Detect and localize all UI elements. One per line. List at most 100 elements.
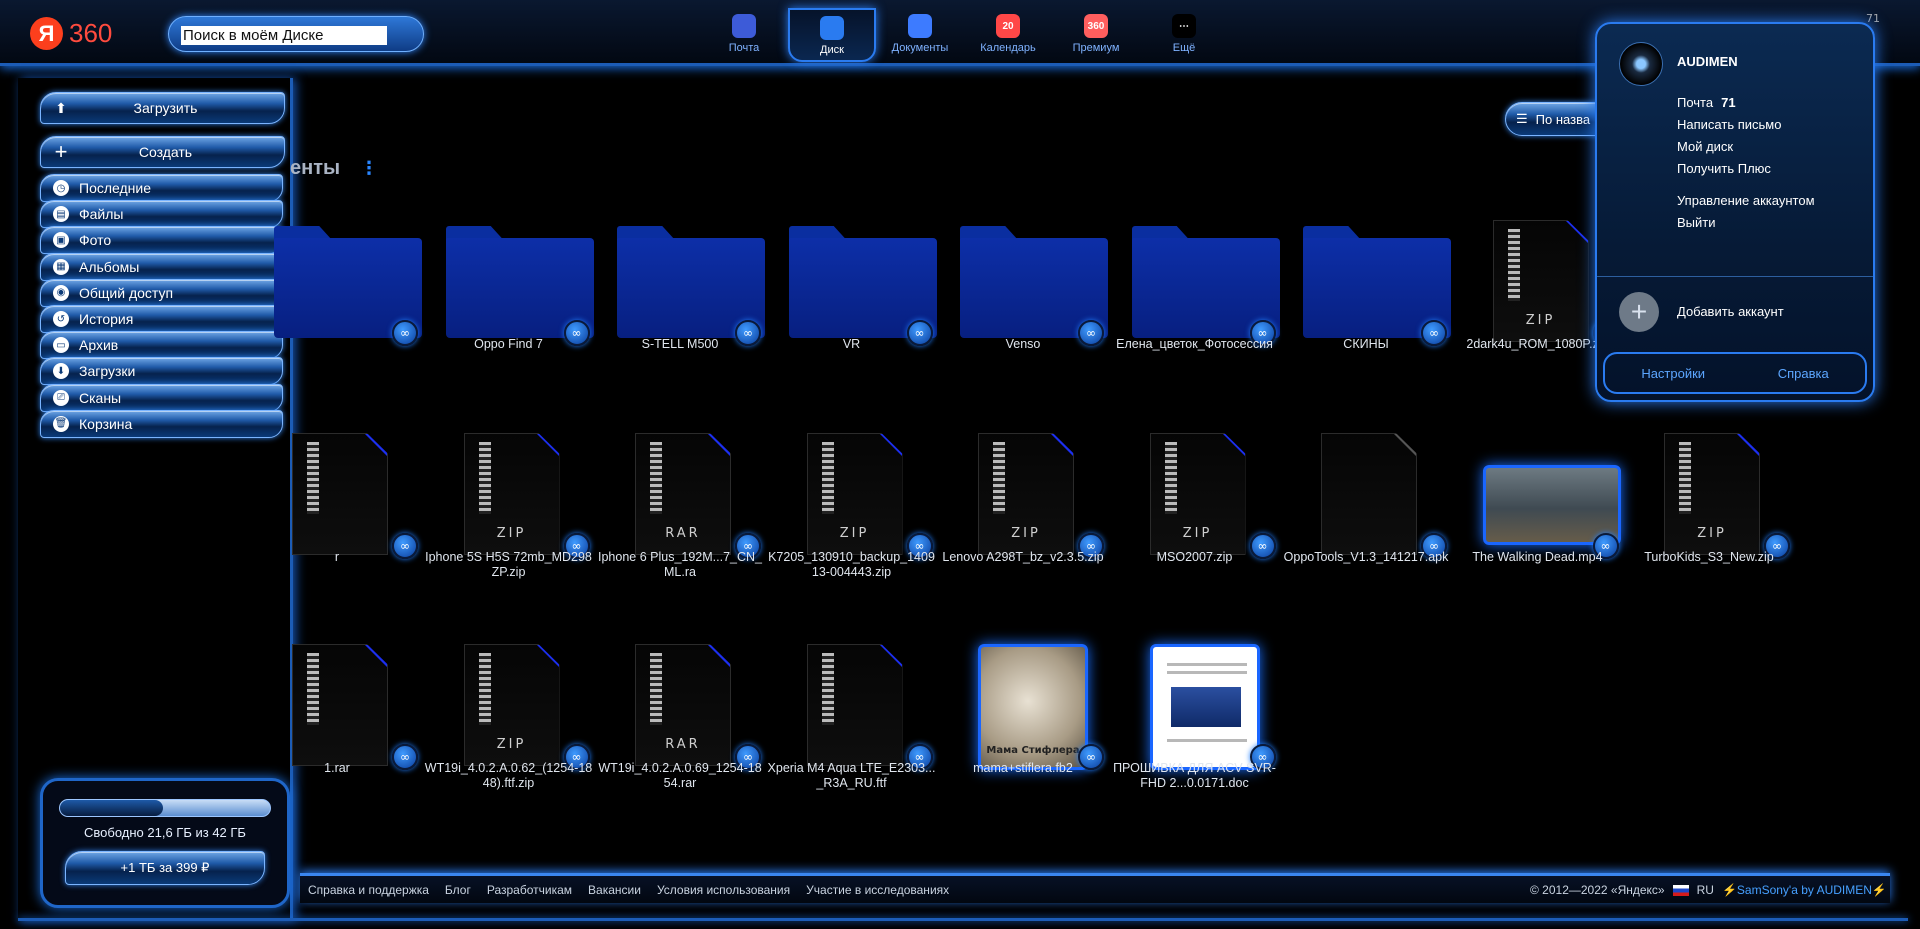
footer-link[interactable]: Условия использования: [657, 883, 790, 897]
archive-file-icon: ZIP: [463, 433, 560, 555]
service-documents[interactable]: Документы: [876, 8, 964, 62]
item-name: Oppo Find 7: [474, 337, 543, 351]
logout-link[interactable]: Выйти: [1677, 212, 1815, 234]
video-thumbnail: [1482, 465, 1621, 545]
buy-space-button[interactable]: +1 ТБ за 399 ₽: [65, 851, 265, 885]
sidebar-item-albums[interactable]: ▦ Альбомы: [40, 252, 283, 281]
item-name: VR: [842, 337, 861, 351]
folder-item[interactable]: ∞ Venso: [938, 212, 1108, 382]
add-account-link[interactable]: Добавить аккаунт: [1677, 304, 1784, 319]
folder-item[interactable]: ∞ СКИНЫ: [1281, 212, 1451, 382]
get-plus-link[interactable]: Получить Плюс: [1677, 158, 1815, 180]
item-name: WT19i_4.0.2.A.0.69_1254-1854.rar: [598, 761, 762, 790]
manage-account-link[interactable]: Управление аккаунтом: [1677, 190, 1815, 212]
sort-button[interactable]: ☰ По назва: [1505, 102, 1605, 136]
title-menu-icon[interactable]: ⋮: [360, 158, 378, 179]
search-input[interactable]: [181, 26, 387, 45]
language-switch[interactable]: RU: [1697, 883, 1714, 897]
yandex-360-logo[interactable]: Я 360: [30, 17, 112, 50]
doc-line: [1166, 739, 1247, 742]
file-corner: [1394, 434, 1416, 456]
service-label: Календарь: [980, 42, 1036, 54]
folder-item[interactable]: ∞ VR: [767, 212, 937, 382]
file-item[interactable]: ZIP ∞ WT19i_4.0.2.A.0.62_(1254-1848).ftf.z…: [424, 636, 594, 806]
file-corner: [708, 434, 730, 456]
footer-link[interactable]: Блог: [445, 883, 471, 897]
footer-link[interactable]: Справка и поддержка: [308, 883, 429, 897]
clock-icon: ◷: [53, 180, 69, 196]
file-item[interactable]: ∞ Xperia M4 Aqua LTE_E2303..._R3A_RU.ftf: [767, 636, 937, 806]
sidebar-item-clock[interactable]: ◷ Последние: [40, 174, 283, 202]
file-item[interactable]: ∞ 1.rar: [252, 636, 422, 806]
sidebar-item-archive[interactable]: ▭ Архив: [40, 331, 283, 360]
sidebar-item-file[interactable]: ▤ Файлы: [40, 200, 283, 229]
file-item[interactable]: ZIP ∞ Iphone 5S H5S 72mb_MD298ZP.zip: [424, 425, 594, 595]
item-name: WT19i_4.0.2.A.0.62_(1254-1848).ftf.zip: [424, 761, 593, 790]
mail-count: 71: [1721, 95, 1736, 110]
folder-item[interactable]: ∞ Елена_цветок_Фотосессия: [1110, 212, 1280, 382]
service-premium[interactable]: 360 Премиум: [1052, 8, 1140, 62]
service-mail[interactable]: Почта: [700, 8, 788, 62]
footer-link[interactable]: Разработчикам: [487, 883, 572, 897]
archive-file-icon: RAR: [635, 644, 731, 766]
item-name: Елена_цветок_Фотосессия: [1116, 337, 1273, 351]
calendar-icon: 20: [996, 14, 1020, 38]
file-item[interactable]: ∞ OppoTools_V1.3_141217.apk: [1281, 425, 1451, 595]
bottom-frame-line: [18, 918, 1908, 921]
folder-item[interactable]: ∞ S-TELL M500: [595, 212, 765, 382]
doc-screenshot: [1170, 687, 1241, 727]
item-name: 1.rar: [324, 761, 350, 775]
folder-item[interactable]: ∞: [252, 212, 422, 382]
file-item[interactable]: Мама Стифлера ∞ mama+stiflera.fb2: [938, 636, 1108, 806]
sidebar-item-downloads[interactable]: ⬇ Загрузки: [40, 357, 283, 386]
sidebar-item-photo[interactable]: ▣ Фото: [40, 226, 283, 255]
archive-file-icon: [292, 433, 388, 555]
file-kind: ZIP: [839, 526, 870, 541]
service-calendar[interactable]: 20 Календарь: [964, 8, 1052, 62]
file-item[interactable]: ∞ r: [252, 425, 422, 595]
item-name: ПРОШИВКА ДЛЯ ACV SVR-FHD 2...0.0171.doc: [1113, 761, 1276, 790]
file-item[interactable]: RAR ∞ WT19i_4.0.2.A.0.69_1254-1854.rar: [595, 636, 765, 806]
item-name: Xperia M4 Aqua LTE_E2303..._R3A_RU.ftf: [767, 761, 936, 790]
archive-file-icon: ZIP: [978, 433, 1074, 555]
archive-icon: ▭: [53, 337, 69, 354]
file-item[interactable]: ∞ The Walking Dead.mp4: [1453, 425, 1623, 595]
theme-brand[interactable]: ⚡SamSony'a by AUDIMEN⚡: [1722, 883, 1887, 897]
folder-item[interactable]: ∞ Oppo Find 7: [424, 212, 594, 382]
archive-file-icon: ZIP: [1664, 433, 1760, 555]
add-account-icon[interactable]: +: [1619, 292, 1659, 332]
archive-file-icon: [292, 644, 388, 766]
sidebar-item-label: Корзина: [79, 415, 133, 432]
file-item[interactable]: ZIP ∞ TurboKids_S3_New.zip: [1624, 425, 1794, 595]
help-link[interactable]: Справка: [1778, 366, 1829, 381]
service-disk[interactable]: Диск: [788, 8, 876, 62]
sidebar-item-trash[interactable]: 🗑 Корзина: [40, 409, 283, 438]
settings-link[interactable]: Настройки: [1641, 366, 1705, 381]
footer-link[interactable]: Участие в исследованиях: [806, 883, 949, 897]
account-mail-link[interactable]: Почта 71: [1677, 92, 1815, 114]
sidebar-item-history[interactable]: ↺ История: [40, 305, 283, 333]
sidebar-item-scans[interactable]: ⎚ Сканы: [40, 383, 283, 412]
write-letter-link[interactable]: Написать письмо: [1677, 114, 1815, 136]
file-item[interactable]: ∞ ПРОШИВКА ДЛЯ ACV SVR-FHD 2...0.0171.doc: [1110, 636, 1280, 806]
storage-text: Свободно 21,6 ГБ из 42 ГБ: [84, 825, 246, 840]
documents-icon: [908, 14, 932, 38]
file-item[interactable]: ZIP ∞ K7205_130910_backup_140913-004443.zi…: [767, 425, 937, 595]
upload-button[interactable]: ⬆ Загрузить: [40, 92, 285, 124]
footer: Справка и поддержка Блог Разработчикам Вака…: [300, 873, 1890, 903]
avatar[interactable]: [1619, 42, 1663, 86]
shared-link-icon[interactable]: ∞: [392, 320, 418, 346]
file-item[interactable]: ZIP ∞ Lenovo A298T_bz_v2.3.5.zip: [938, 425, 1108, 595]
service-more[interactable]: ⋯ Ещё: [1140, 8, 1228, 62]
file-item[interactable]: RAR ∞ Iphone 6 Plus_192M...7_CN_ML.ra: [595, 425, 765, 595]
footer-link[interactable]: Вакансии: [588, 883, 641, 897]
create-button[interactable]: + Создать: [40, 136, 285, 168]
sidebar-item-label: Архив: [79, 337, 119, 354]
disk-icon: [820, 16, 844, 40]
more-icon: ⋯: [1172, 14, 1196, 38]
file-kind: ZIP: [1525, 313, 1556, 328]
sidebar-item-shared[interactable]: ◉ Общий доступ: [40, 278, 283, 307]
file-item[interactable]: ZIP ∞ MSO2007.zip: [1110, 425, 1280, 595]
sidebar-item-label: Общий доступ: [79, 284, 174, 301]
my-disk-link[interactable]: Мой диск: [1677, 136, 1815, 158]
